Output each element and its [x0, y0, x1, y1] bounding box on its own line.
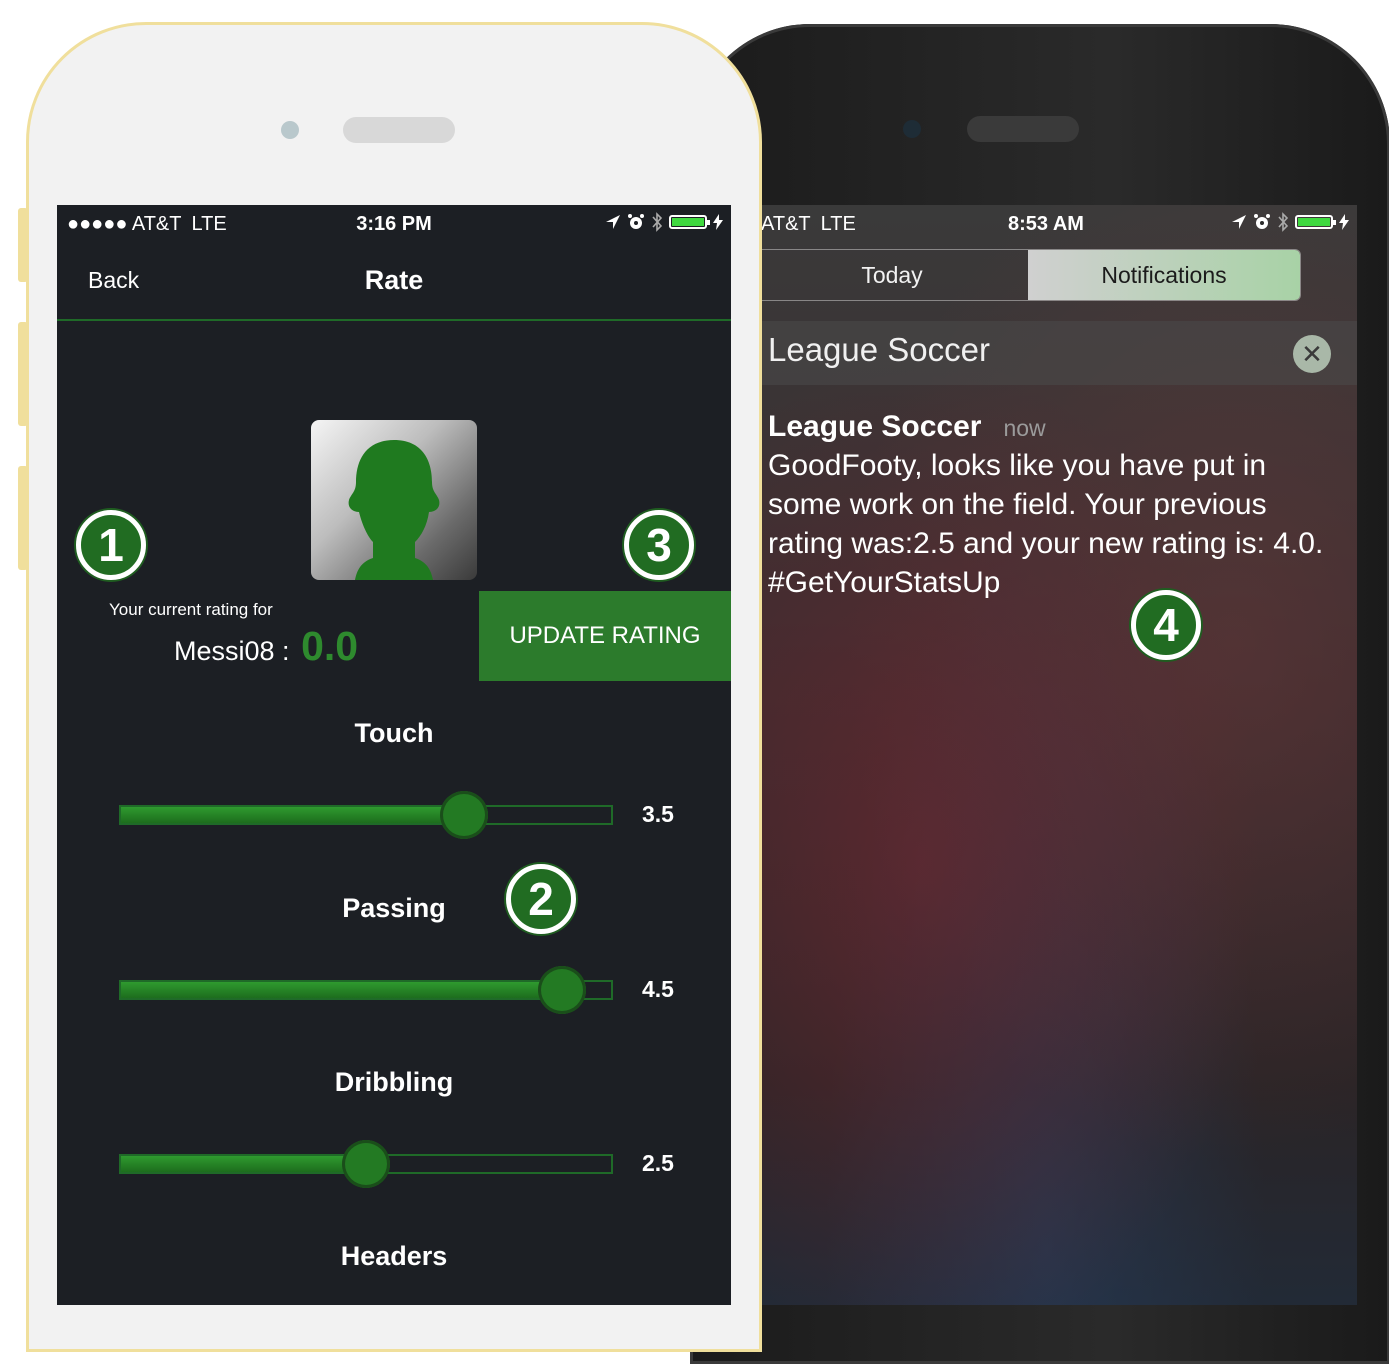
- charging-bolt-icon: [1339, 214, 1349, 230]
- volume-up-button: [18, 322, 28, 426]
- callout-marker-4: 4: [1131, 590, 1201, 660]
- notification-center-tabs: Today Notifications: [755, 249, 1301, 301]
- callout-marker-1: 1: [76, 510, 146, 580]
- navigation-bar: Back Rate: [57, 245, 731, 321]
- player-avatar: [311, 420, 477, 580]
- front-camera: [281, 121, 299, 139]
- touch-value: 3.5: [642, 801, 674, 827]
- rating-value: 0.0: [301, 623, 359, 669]
- update-rating-button[interactable]: UPDATE RATING: [479, 591, 731, 681]
- earpiece-speaker: [343, 117, 455, 143]
- slider-fill: [121, 1156, 366, 1172]
- rating-caption: Your current rating for: [109, 600, 273, 619]
- status-bar: AT&T LTE 8:53 AM: [735, 205, 1357, 245]
- tab-notifications[interactable]: Notifications: [1028, 250, 1300, 300]
- mute-switch: [18, 208, 28, 282]
- status-icons: [605, 212, 723, 232]
- slider-thumb[interactable]: [440, 791, 488, 839]
- skill-label-headers: Headers: [340, 1241, 448, 1271]
- bluetooth-icon: [1278, 212, 1289, 232]
- alarm-clock-icon: [628, 214, 644, 229]
- callout-marker-3: 3: [624, 510, 694, 580]
- slider-fill: [121, 807, 464, 823]
- group-app-name: League Soccer: [768, 331, 990, 368]
- rate-screen: ●●●●● AT&T LTE 3:16 PM Back Rate Your cur…: [57, 205, 731, 1305]
- dribbling-value: 2.5: [642, 1150, 674, 1176]
- current-rating: Messi08 : 0.0: [174, 623, 358, 670]
- skill-label-passing: Passing: [342, 893, 446, 923]
- notification-group-header: League Soccer ✕: [735, 321, 1357, 385]
- notification-item[interactable]: League Soccer now GoodFooty, looks like y…: [768, 410, 1328, 602]
- slider-fill: [121, 982, 562, 998]
- skill-label-dribbling: Dribbling: [334, 1067, 454, 1097]
- passing-slider[interactable]: [119, 966, 613, 1014]
- battery-icon: [669, 215, 710, 229]
- location-arrow-icon: [606, 215, 620, 229]
- skill-label-touch: Touch: [354, 718, 434, 748]
- notification-title: League Soccer: [768, 410, 982, 443]
- notification-center-screen: AT&T LTE 8:53 AM Today Notifications Leag…: [735, 205, 1357, 1305]
- notification-title-row: League Soccer now: [768, 410, 1328, 444]
- player-silhouette-icon: [348, 440, 440, 580]
- username: Messi08: [174, 636, 275, 666]
- front-camera: [903, 120, 921, 138]
- charging-bolt-icon: [713, 214, 723, 230]
- status-icons: [1231, 212, 1349, 232]
- earpiece-speaker: [967, 116, 1079, 142]
- page-title: Rate: [364, 265, 424, 295]
- battery-icon: [1295, 215, 1336, 229]
- location-arrow-icon: [1232, 215, 1246, 229]
- dribbling-slider[interactable]: [119, 1140, 613, 1188]
- notification-message: GoodFooty, looks like you have put in so…: [768, 449, 1324, 599]
- bluetooth-icon: [652, 212, 663, 232]
- close-icon[interactable]: ✕: [1293, 335, 1331, 373]
- rating-separator: :: [274, 636, 298, 666]
- tab-today[interactable]: Today: [756, 250, 1028, 300]
- callout-marker-2: 2: [506, 864, 576, 934]
- slider-thumb[interactable]: [538, 966, 586, 1014]
- volume-down-button: [18, 466, 28, 570]
- notification-time: now: [1003, 415, 1046, 441]
- status-bar: ●●●●● AT&T LTE 3:16 PM: [57, 205, 731, 245]
- passing-value: 4.5: [642, 976, 674, 1002]
- slider-thumb[interactable]: [342, 1140, 390, 1188]
- alarm-clock-icon: [1254, 214, 1270, 229]
- touch-slider[interactable]: [119, 791, 613, 839]
